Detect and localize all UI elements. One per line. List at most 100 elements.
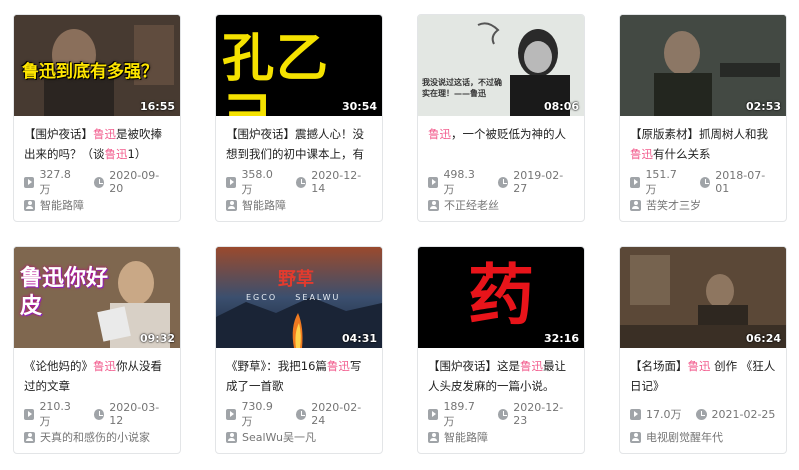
uploader-name: 不正经老丝 bbox=[444, 199, 499, 212]
video-title[interactable]: 鲁迅，一个被贬低为神的人 bbox=[418, 116, 584, 168]
uploader-icon bbox=[630, 199, 641, 211]
video-card[interactable]: 鲁迅到底有多强？ 16:55 【围炉夜话】鲁迅是被吹捧出来的吗？（谈鲁迅1） 3… bbox=[13, 14, 181, 222]
video-thumbnail[interactable]: 我没说过这话，不过确实在理！——鲁迅 08:06 bbox=[418, 15, 584, 116]
thumbnail-caption: 鲁迅你好皮 bbox=[20, 266, 109, 319]
thumbnail-caption: 药 bbox=[468, 257, 534, 334]
video-duration: 02:53 bbox=[745, 100, 781, 113]
video-title[interactable]: 【围炉夜话】鲁迅是被吹捧出来的吗？（谈鲁迅1） bbox=[14, 116, 180, 168]
play-count-icon bbox=[226, 408, 237, 420]
video-thumbnail[interactable]: 鲁迅你好皮 09:32 bbox=[14, 247, 180, 348]
clock-icon bbox=[295, 176, 307, 188]
upload-date: 2020-12-23 bbox=[513, 401, 564, 427]
video-thumbnail[interactable]: 孔乙己 30:54 bbox=[216, 15, 382, 116]
thumbnail-caption: 我没说过这话，不过确实在理！——鲁迅 bbox=[422, 78, 502, 98]
play-count-icon bbox=[630, 176, 641, 188]
uploader-icon bbox=[24, 199, 35, 211]
video-card[interactable]: 孔乙己 30:54 【围炉夜话】震撼人心！没想到我们的初中课本上，有 358.0… bbox=[215, 14, 383, 222]
video-thumbnail[interactable]: 06:24 bbox=[620, 247, 786, 348]
view-count: 17.0万 bbox=[646, 408, 682, 421]
uploader-link[interactable]: 智能路障 bbox=[14, 197, 180, 213]
clock-icon bbox=[497, 408, 509, 420]
video-thumbnail[interactable]: 02:53 bbox=[620, 15, 786, 116]
uploader-link[interactable]: 天真的和感伤的小说家 bbox=[14, 429, 180, 445]
video-stats: 327.8万 2020-09-20 bbox=[14, 168, 180, 196]
video-duration: 06:24 bbox=[745, 332, 781, 345]
uploader-icon bbox=[428, 199, 439, 211]
video-title[interactable]: 《论他妈的》鲁迅你从没看过的文章 bbox=[14, 348, 180, 400]
upload-date: 2020-09-20 bbox=[109, 169, 160, 195]
uploader-name: SealWu吴一凡 bbox=[242, 431, 317, 444]
uploader-link[interactable]: 不正经老丝 bbox=[418, 197, 584, 213]
upload-date: 2020-02-24 bbox=[311, 401, 362, 427]
video-stats: 730.9万 2020-02-24 bbox=[216, 400, 382, 428]
uploader-name: 智能路障 bbox=[40, 199, 84, 212]
uploader-icon bbox=[226, 199, 237, 211]
video-title[interactable]: 《野草》：我把16篇鲁迅写成了一首歌 bbox=[216, 348, 382, 400]
thumbnail-subcaption: EGCO SEALWU bbox=[246, 293, 341, 302]
uploader-icon bbox=[630, 431, 641, 443]
video-stats: 498.3万 2019-02-27 bbox=[418, 168, 584, 196]
upload-date: 2020-12-14 bbox=[311, 169, 362, 195]
uploader-icon bbox=[24, 431, 35, 443]
uploader-icon bbox=[226, 431, 237, 443]
view-count: 358.0万 bbox=[241, 167, 273, 196]
thumbnail-caption: 野草 bbox=[278, 269, 314, 290]
video-card[interactable]: 02:53 【原版素材】抓周树人和我鲁迅有什么关系 151.7万 2018-07… bbox=[619, 14, 787, 222]
video-title[interactable]: 【围炉夜话】这是鲁迅最让人头皮发麻的一篇小说。 bbox=[418, 348, 584, 400]
view-count: 210.3万 bbox=[39, 399, 71, 428]
video-stats: 17.0万 2021-02-25 bbox=[620, 406, 786, 422]
video-duration: 16:55 bbox=[139, 100, 175, 113]
video-duration: 09:32 bbox=[139, 332, 175, 345]
play-count-icon bbox=[630, 408, 641, 420]
play-count-icon bbox=[428, 408, 439, 420]
video-thumbnail[interactable]: 野草 EGCO SEALWU 04:31 bbox=[216, 247, 382, 348]
video-grid: 鲁迅到底有多强？ 16:55 【围炉夜话】鲁迅是被吹捧出来的吗？（谈鲁迅1） 3… bbox=[0, 0, 799, 470]
uploader-link[interactable]: 苦笑才三岁 bbox=[620, 197, 786, 213]
upload-date: 2020-03-12 bbox=[109, 401, 160, 427]
view-count: 327.8万 bbox=[39, 167, 71, 196]
video-stats: 189.7万 2020-12-23 bbox=[418, 400, 584, 428]
video-stats: 358.0万 2020-12-14 bbox=[216, 168, 382, 196]
uploader-link[interactable]: 电视剧觉醒年代 bbox=[620, 429, 786, 445]
clock-icon bbox=[295, 408, 307, 420]
clock-icon bbox=[695, 408, 707, 420]
clock-icon bbox=[699, 176, 711, 188]
video-stats: 210.3万 2020-03-12 bbox=[14, 400, 180, 428]
video-card[interactable]: 野草 EGCO SEALWU 04:31 《野草》：我把16篇鲁迅写成了一首歌 … bbox=[215, 246, 383, 454]
uploader-name: 天真的和感伤的小说家 bbox=[40, 431, 150, 444]
video-card[interactable]: 06:24 【名场面】鲁迅 创作 《狂人日记》 17.0万 2021-02-25… bbox=[619, 246, 787, 454]
uploader-name: 苦笑才三岁 bbox=[646, 199, 701, 212]
view-count: 189.7万 bbox=[443, 399, 475, 428]
video-title[interactable]: 【原版素材】抓周树人和我鲁迅有什么关系 bbox=[620, 116, 786, 168]
video-card[interactable]: 我没说过这话，不过确实在理！——鲁迅 08:06 鲁迅，一个被贬低为神的人 49… bbox=[417, 14, 585, 222]
video-stats: 151.7万 2018-07-01 bbox=[620, 168, 786, 196]
video-card[interactable]: 药 32:16 【围炉夜话】这是鲁迅最让人头皮发麻的一篇小说。 189.7万 2… bbox=[417, 246, 585, 454]
video-title[interactable]: 【名场面】鲁迅 创作 《狂人日记》 bbox=[620, 348, 786, 400]
clock-icon bbox=[497, 176, 509, 188]
uploader-icon bbox=[428, 431, 439, 443]
view-count: 498.3万 bbox=[443, 167, 475, 196]
play-count-icon bbox=[24, 408, 35, 420]
video-title[interactable]: 【围炉夜话】震撼人心！没想到我们的初中课本上，有 bbox=[216, 116, 382, 168]
view-count: 730.9万 bbox=[241, 399, 273, 428]
play-count-icon bbox=[24, 176, 35, 188]
thumbnail-caption: 鲁迅到底有多强？ bbox=[22, 62, 158, 82]
uploader-name: 智能路障 bbox=[242, 199, 286, 212]
uploader-link[interactable]: SealWu吴一凡 bbox=[216, 429, 382, 445]
video-thumbnail[interactable]: 鲁迅到底有多强？ 16:55 bbox=[14, 15, 180, 116]
uploader-name: 智能路障 bbox=[444, 431, 488, 444]
video-thumbnail[interactable]: 药 32:16 bbox=[418, 247, 584, 348]
view-count: 151.7万 bbox=[645, 167, 677, 196]
video-card[interactable]: 鲁迅你好皮 09:32 《论他妈的》鲁迅你从没看过的文章 210.3万 2020… bbox=[13, 246, 181, 454]
video-duration: 08:06 bbox=[543, 100, 579, 113]
upload-date: 2021-02-25 bbox=[711, 407, 776, 421]
video-duration: 04:31 bbox=[341, 332, 377, 345]
video-duration: 30:54 bbox=[341, 100, 377, 113]
uploader-name: 电视剧觉醒年代 bbox=[646, 431, 723, 444]
play-count-icon bbox=[428, 176, 439, 188]
play-count-icon bbox=[226, 176, 237, 188]
video-duration: 32:16 bbox=[543, 332, 579, 345]
uploader-link[interactable]: 智能路障 bbox=[418, 429, 584, 445]
clock-icon bbox=[93, 176, 105, 188]
uploader-link[interactable]: 智能路障 bbox=[216, 197, 382, 213]
